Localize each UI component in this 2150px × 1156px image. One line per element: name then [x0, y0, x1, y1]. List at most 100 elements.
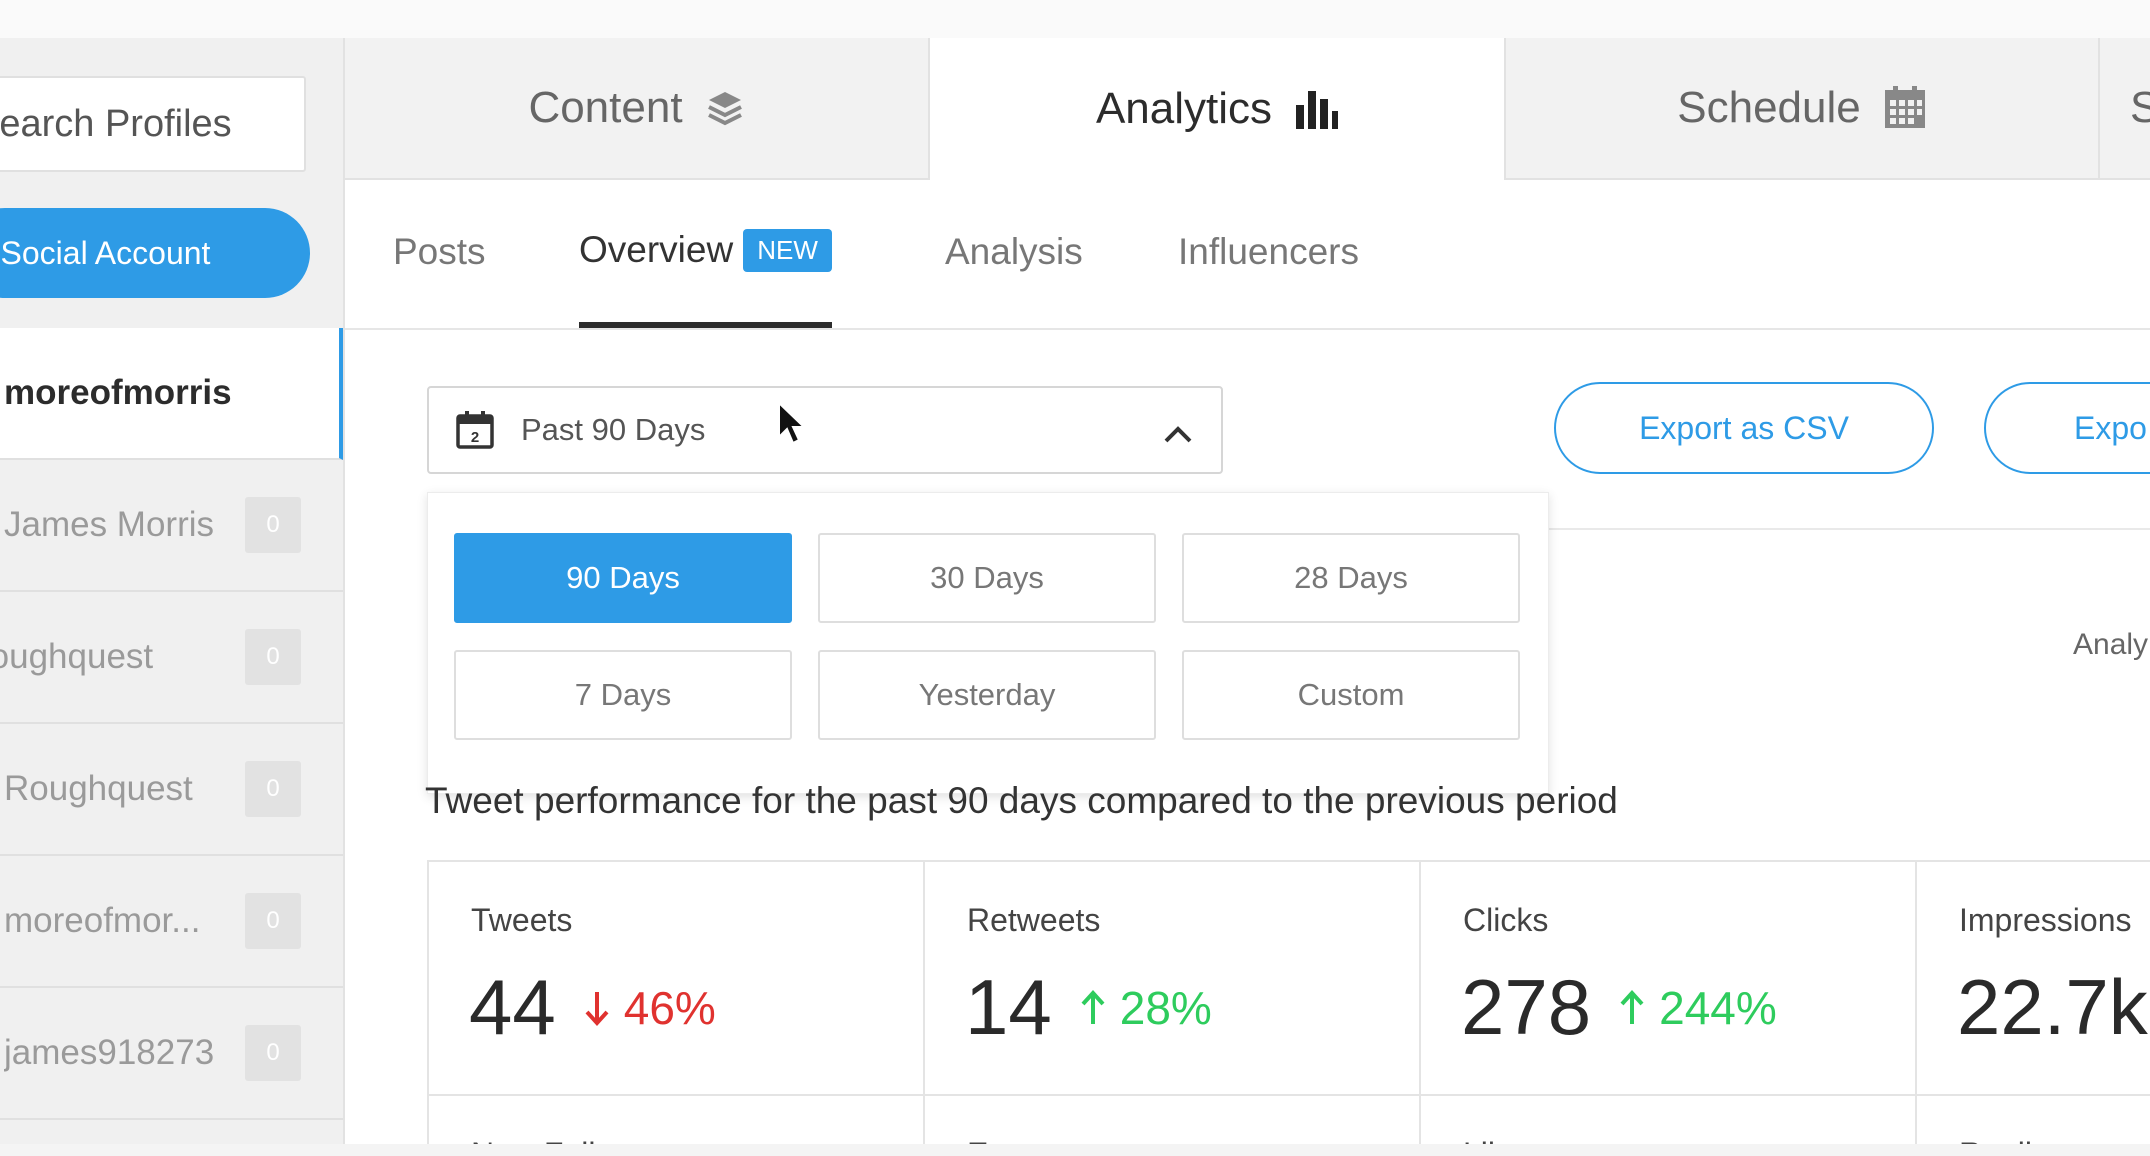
performance-description: Tweet performance for the past 90 days c… — [425, 780, 1618, 821]
add-social-account-label: Add a Social Account — [0, 235, 211, 271]
export-csv-button[interactable]: Export as CSV — [1554, 382, 1934, 474]
stat-value: 14 — [965, 963, 1052, 1051]
stat-card-retweets: Retweets 14 28% — [923, 860, 1421, 1096]
option-label: Custom — [1297, 677, 1405, 712]
bottom-strip — [0, 1144, 2150, 1156]
stat-label: Engagements — [967, 1136, 1164, 1144]
export-csv-label: Export as CSV — [1639, 409, 1849, 446]
option-label: Yesterday — [918, 677, 1056, 712]
export-button[interactable]: Expo — [1984, 382, 2150, 474]
stat-delta: 46% — [584, 981, 716, 1035]
option-90-days[interactable]: 90 Days — [454, 533, 792, 623]
layers-icon — [705, 88, 745, 128]
count-badge: 0 — [245, 761, 301, 817]
stat-value-row: 278 244% — [1461, 962, 1777, 1053]
subtab-label: Analysis — [945, 231, 1083, 272]
option-28-days[interactable]: 28 Days — [1182, 533, 1520, 623]
search-placeholder: Search Profiles — [0, 103, 232, 145]
search-profiles-input[interactable]: Search Profiles — [0, 76, 306, 172]
subtab-influencers[interactable]: Influencers — [1178, 178, 1359, 326]
count-badge: 0 — [245, 629, 301, 685]
stat-delta-value: 28% — [1119, 981, 1212, 1034]
tab-schedule[interactable]: Schedule — [1506, 38, 2100, 178]
profile-item[interactable]: moreofmor... 0 — [0, 856, 343, 988]
arrow-up-icon — [1080, 989, 1106, 1026]
subtab-analysis[interactable]: Analysis — [945, 178, 1083, 326]
option-7-days[interactable]: 7 Days — [454, 650, 792, 740]
add-social-account-button[interactable]: Add a Social Account — [0, 208, 310, 298]
top-strip — [0, 0, 2150, 40]
stat-label: Likes — [1463, 1136, 1538, 1144]
bar-chart-icon — [1294, 87, 1339, 131]
tab-content[interactable]: Content — [345, 38, 930, 178]
profile-item-moreofmorris[interactable]: moreofmorris — [0, 328, 343, 460]
arrow-down-icon — [584, 990, 610, 1026]
arrow-up-icon — [1619, 989, 1645, 1026]
stat-card-impressions: Impressions 22.7k — [1915, 860, 2150, 1096]
stat-card-new-followers: New Followers — [427, 1094, 925, 1144]
stat-label: Tweets — [471, 902, 573, 938]
option-label: 90 Days — [566, 560, 680, 595]
stat-value-row: 14 28% — [965, 962, 1212, 1053]
calendar-grid-icon — [1883, 86, 1927, 130]
date-range-select[interactable]: 2 Past 90 Days — [427, 386, 1223, 474]
profile-name: James Morris — [4, 505, 215, 544]
profile-item[interactable]: roughquest 0 — [0, 592, 343, 724]
option-30-days[interactable]: 30 Days — [818, 533, 1156, 623]
option-label: 30 Days — [930, 560, 1044, 595]
stat-card-tweets: Tweets 44 46% — [427, 860, 925, 1096]
profile-sidebar: Search Profiles Add a Social Account mor… — [0, 38, 345, 1144]
stat-card-clicks: Clicks 278 244% — [1419, 860, 1917, 1096]
stat-card-likes: Likes — [1419, 1094, 1917, 1144]
stat-label: Retweets — [967, 902, 1101, 938]
stat-delta-value: 46% — [623, 981, 716, 1034]
tab-analytics[interactable]: Analytics — [930, 38, 1506, 180]
stat-label: New Followers — [471, 1136, 681, 1144]
export-label: Expo — [2074, 409, 2147, 446]
stat-delta-value: 244% — [1659, 981, 1777, 1034]
stat-value: 278 — [1461, 963, 1592, 1051]
profile-list: moreofmorris James Morris 0 roughquest 0… — [0, 328, 343, 1120]
stat-value: 44 — [469, 963, 556, 1051]
subtab-label: Overview — [579, 229, 734, 270]
option-label: 7 Days — [574, 677, 672, 712]
analytics-label: Analy — [2073, 628, 2149, 661]
subtab-overview[interactable]: Overview NEW — [579, 178, 832, 328]
stats-grid: Tweets 44 46% Retweets 14 28% Clicks 278… — [427, 860, 2150, 1144]
sub-nav: Posts Overview NEW Analysis Influencers — [345, 178, 2150, 330]
tab-more[interactable]: S — [2100, 38, 2150, 178]
stat-delta: 244% — [1619, 981, 1777, 1035]
profile-item[interactable]: James Morris 0 — [0, 460, 343, 592]
profile-name: moreofmor... — [4, 901, 201, 940]
stat-card-engagements: Engagements — [923, 1094, 1421, 1144]
tab-label: Schedule — [1677, 83, 1861, 132]
option-custom[interactable]: Custom — [1182, 650, 1520, 740]
subtab-posts[interactable]: Posts — [393, 178, 486, 326]
subtab-label: Influencers — [1178, 231, 1359, 272]
stat-label: Clicks — [1463, 902, 1549, 938]
stat-label: Impressions — [1959, 902, 2132, 938]
stat-delta: 28% — [1080, 981, 1212, 1035]
tab-label: Content — [528, 83, 683, 132]
profile-name: roughquest — [0, 637, 154, 676]
option-label: 28 Days — [1294, 560, 1408, 595]
profile-name: moreofmorris — [4, 373, 232, 412]
date-range-dropdown: 90 Days 30 Days 28 Days 7 Days Yesterday… — [427, 492, 1549, 794]
stat-label: Replies — [1959, 1136, 2066, 1144]
stat-card-replies: Replies — [1915, 1094, 2150, 1144]
option-yesterday[interactable]: Yesterday — [818, 650, 1156, 740]
chevron-up-icon — [1163, 416, 1193, 452]
profile-item[interactable]: james918273 0 — [0, 988, 343, 1120]
top-nav: Content Analytics Schedule S — [345, 38, 2150, 180]
stat-value-row: 44 46% — [469, 962, 716, 1053]
date-range-value: Past 90 Days — [521, 412, 706, 447]
new-badge: NEW — [743, 228, 832, 272]
tab-label: S — [2130, 83, 2150, 132]
count-badge: 0 — [245, 893, 301, 949]
stat-value: 22.7k — [1957, 963, 2148, 1051]
calendar-icon: 2 — [455, 410, 495, 450]
profile-item[interactable]: Roughquest 0 — [0, 724, 343, 856]
calendar-day: 2 — [471, 429, 479, 446]
count-badge: 0 — [245, 497, 301, 553]
tab-label: Analytics — [1095, 84, 1273, 133]
